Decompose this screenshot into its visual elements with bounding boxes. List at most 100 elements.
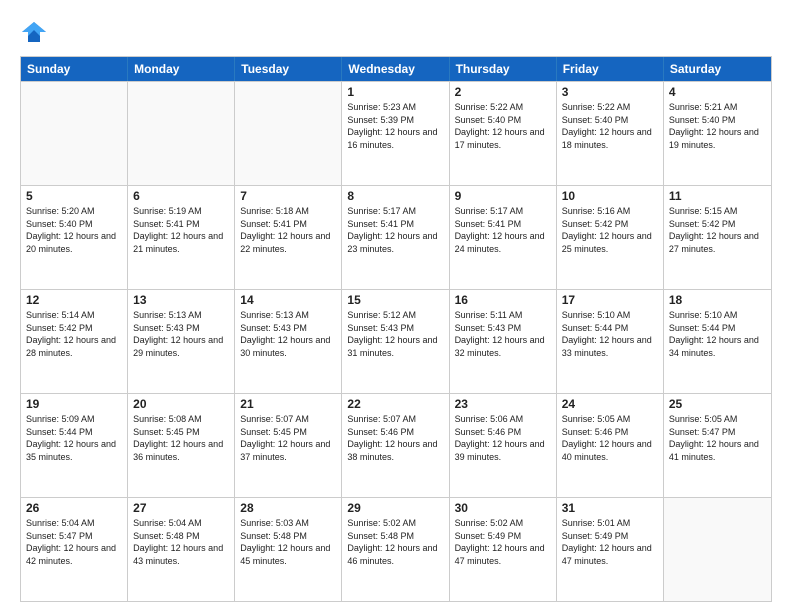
day-info: Sunrise: 5:04 AM Sunset: 5:48 PM Dayligh… bbox=[133, 517, 229, 567]
day-info: Sunrise: 5:01 AM Sunset: 5:49 PM Dayligh… bbox=[562, 517, 658, 567]
day-info: Sunrise: 5:21 AM Sunset: 5:40 PM Dayligh… bbox=[669, 101, 766, 151]
day-info: Sunrise: 5:17 AM Sunset: 5:41 PM Dayligh… bbox=[455, 205, 551, 255]
day-info: Sunrise: 5:03 AM Sunset: 5:48 PM Dayligh… bbox=[240, 517, 336, 567]
calendar-cell: 12 Sunrise: 5:14 AM Sunset: 5:42 PM Dayli… bbox=[21, 290, 128, 393]
calendar-weekday-saturday: Saturday bbox=[664, 57, 771, 81]
day-number: 14 bbox=[240, 293, 336, 307]
calendar-cell: 7Sunrise: 5:18 AM Sunset: 5:41 PM Daylig… bbox=[235, 186, 342, 289]
day-info: Sunrise: 5:07 AM Sunset: 5:46 PM Dayligh… bbox=[347, 413, 443, 463]
day-number: 6 bbox=[133, 189, 229, 203]
calendar-cell: 18 Sunrise: 5:10 AM Sunset: 5:44 PM Dayli… bbox=[664, 290, 771, 393]
calendar-cell: 16 Sunrise: 5:11 AM Sunset: 5:43 PM Dayli… bbox=[450, 290, 557, 393]
day-number: 29 bbox=[347, 501, 443, 515]
day-info: Sunrise: 5:14 AM Sunset: 5:42 PM Dayligh… bbox=[26, 309, 122, 359]
day-info: Sunrise: 5:17 AM Sunset: 5:41 PM Dayligh… bbox=[347, 205, 443, 255]
calendar-cell: 31 Sunrise: 5:01 AM Sunset: 5:49 PM Dayli… bbox=[557, 498, 664, 601]
calendar-cell: 6Sunrise: 5:19 AM Sunset: 5:41 PM Daylig… bbox=[128, 186, 235, 289]
day-info: Sunrise: 5:15 AM Sunset: 5:42 PM Dayligh… bbox=[669, 205, 766, 255]
day-info: Sunrise: 5:22 AM Sunset: 5:40 PM Dayligh… bbox=[562, 101, 658, 151]
day-info: Sunrise: 5:16 AM Sunset: 5:42 PM Dayligh… bbox=[562, 205, 658, 255]
calendar-week-3: 12 Sunrise: 5:14 AM Sunset: 5:42 PM Dayli… bbox=[21, 289, 771, 393]
day-number: 24 bbox=[562, 397, 658, 411]
day-number: 4 bbox=[669, 85, 766, 99]
calendar-weekday-wednesday: Wednesday bbox=[342, 57, 449, 81]
calendar-cell: 27 Sunrise: 5:04 AM Sunset: 5:48 PM Dayli… bbox=[128, 498, 235, 601]
calendar-cell bbox=[664, 498, 771, 601]
day-info: Sunrise: 5:08 AM Sunset: 5:45 PM Dayligh… bbox=[133, 413, 229, 463]
day-number: 27 bbox=[133, 501, 229, 515]
day-number: 18 bbox=[669, 293, 766, 307]
calendar-cell: 17 Sunrise: 5:10 AM Sunset: 5:44 PM Dayli… bbox=[557, 290, 664, 393]
calendar-weekday-thursday: Thursday bbox=[450, 57, 557, 81]
day-number: 5 bbox=[26, 189, 122, 203]
calendar-week-5: 26Sunrise: 5:04 AM Sunset: 5:47 PM Dayli… bbox=[21, 497, 771, 601]
calendar-cell: 8 Sunrise: 5:17 AM Sunset: 5:41 PM Daylig… bbox=[342, 186, 449, 289]
day-number: 8 bbox=[347, 189, 443, 203]
calendar-cell bbox=[21, 82, 128, 185]
day-number: 1 bbox=[347, 85, 443, 99]
day-number: 10 bbox=[562, 189, 658, 203]
day-info: Sunrise: 5:05 AM Sunset: 5:46 PM Dayligh… bbox=[562, 413, 658, 463]
day-number: 3 bbox=[562, 85, 658, 99]
calendar-cell: 15 Sunrise: 5:12 AM Sunset: 5:43 PM Dayli… bbox=[342, 290, 449, 393]
day-info: Sunrise: 5:18 AM Sunset: 5:41 PM Dayligh… bbox=[240, 205, 336, 255]
header bbox=[20, 18, 772, 46]
calendar-cell: 9 Sunrise: 5:17 AM Sunset: 5:41 PM Daylig… bbox=[450, 186, 557, 289]
day-number: 12 bbox=[26, 293, 122, 307]
calendar-cell: 28 Sunrise: 5:03 AM Sunset: 5:48 PM Dayli… bbox=[235, 498, 342, 601]
calendar: SundayMondayTuesdayWednesdayThursdayFrid… bbox=[20, 56, 772, 602]
day-info: Sunrise: 5:12 AM Sunset: 5:43 PM Dayligh… bbox=[347, 309, 443, 359]
calendar-cell: 22 Sunrise: 5:07 AM Sunset: 5:46 PM Dayli… bbox=[342, 394, 449, 497]
calendar-cell: 19 Sunrise: 5:09 AM Sunset: 5:44 PM Dayli… bbox=[21, 394, 128, 497]
day-number: 15 bbox=[347, 293, 443, 307]
day-info: Sunrise: 5:22 AM Sunset: 5:40 PM Dayligh… bbox=[455, 101, 551, 151]
day-info: Sunrise: 5:10 AM Sunset: 5:44 PM Dayligh… bbox=[669, 309, 766, 359]
calendar-cell: 20 Sunrise: 5:08 AM Sunset: 5:45 PM Dayli… bbox=[128, 394, 235, 497]
day-info: Sunrise: 5:20 AM Sunset: 5:40 PM Dayligh… bbox=[26, 205, 122, 255]
day-info: Sunrise: 5:13 AM Sunset: 5:43 PM Dayligh… bbox=[240, 309, 336, 359]
calendar-cell: 1 Sunrise: 5:23 AM Sunset: 5:39 PM Daylig… bbox=[342, 82, 449, 185]
calendar-week-1: 1 Sunrise: 5:23 AM Sunset: 5:39 PM Daylig… bbox=[21, 81, 771, 185]
calendar-cell: 4 Sunrise: 5:21 AM Sunset: 5:40 PM Daylig… bbox=[664, 82, 771, 185]
calendar-cell: 21 Sunrise: 5:07 AM Sunset: 5:45 PM Dayli… bbox=[235, 394, 342, 497]
day-number: 20 bbox=[133, 397, 229, 411]
day-number: 22 bbox=[347, 397, 443, 411]
calendar-cell bbox=[128, 82, 235, 185]
day-number: 21 bbox=[240, 397, 336, 411]
logo-icon bbox=[20, 18, 48, 46]
day-info: Sunrise: 5:02 AM Sunset: 5:49 PM Dayligh… bbox=[455, 517, 551, 567]
calendar-weekday-tuesday: Tuesday bbox=[235, 57, 342, 81]
day-info: Sunrise: 5:11 AM Sunset: 5:43 PM Dayligh… bbox=[455, 309, 551, 359]
calendar-cell: 26Sunrise: 5:04 AM Sunset: 5:47 PM Dayli… bbox=[21, 498, 128, 601]
calendar-cell: 5 Sunrise: 5:20 AM Sunset: 5:40 PM Daylig… bbox=[21, 186, 128, 289]
day-info: Sunrise: 5:07 AM Sunset: 5:45 PM Dayligh… bbox=[240, 413, 336, 463]
day-number: 13 bbox=[133, 293, 229, 307]
calendar-week-2: 5 Sunrise: 5:20 AM Sunset: 5:40 PM Daylig… bbox=[21, 185, 771, 289]
calendar-cell: 23Sunrise: 5:06 AM Sunset: 5:46 PM Dayli… bbox=[450, 394, 557, 497]
calendar-cell: 13 Sunrise: 5:13 AM Sunset: 5:43 PM Dayli… bbox=[128, 290, 235, 393]
calendar-cell: 3 Sunrise: 5:22 AM Sunset: 5:40 PM Daylig… bbox=[557, 82, 664, 185]
calendar-week-4: 19 Sunrise: 5:09 AM Sunset: 5:44 PM Dayli… bbox=[21, 393, 771, 497]
day-info: Sunrise: 5:23 AM Sunset: 5:39 PM Dayligh… bbox=[347, 101, 443, 151]
day-number: 28 bbox=[240, 501, 336, 515]
day-number: 17 bbox=[562, 293, 658, 307]
logo bbox=[20, 18, 52, 46]
calendar-weekday-friday: Friday bbox=[557, 57, 664, 81]
day-number: 11 bbox=[669, 189, 766, 203]
calendar-body: 1 Sunrise: 5:23 AM Sunset: 5:39 PM Daylig… bbox=[21, 81, 771, 601]
day-number: 9 bbox=[455, 189, 551, 203]
day-number: 19 bbox=[26, 397, 122, 411]
day-number: 16 bbox=[455, 293, 551, 307]
calendar-cell: 14 Sunrise: 5:13 AM Sunset: 5:43 PM Dayli… bbox=[235, 290, 342, 393]
calendar-weekday-monday: Monday bbox=[128, 57, 235, 81]
day-info: Sunrise: 5:10 AM Sunset: 5:44 PM Dayligh… bbox=[562, 309, 658, 359]
day-info: Sunrise: 5:09 AM Sunset: 5:44 PM Dayligh… bbox=[26, 413, 122, 463]
calendar-cell: 25Sunrise: 5:05 AM Sunset: 5:47 PM Dayli… bbox=[664, 394, 771, 497]
calendar-cell: 29 Sunrise: 5:02 AM Sunset: 5:48 PM Dayli… bbox=[342, 498, 449, 601]
calendar-cell bbox=[235, 82, 342, 185]
calendar-header: SundayMondayTuesdayWednesdayThursdayFrid… bbox=[21, 57, 771, 81]
day-info: Sunrise: 5:02 AM Sunset: 5:48 PM Dayligh… bbox=[347, 517, 443, 567]
day-info: Sunrise: 5:13 AM Sunset: 5:43 PM Dayligh… bbox=[133, 309, 229, 359]
day-number: 31 bbox=[562, 501, 658, 515]
day-info: Sunrise: 5:04 AM Sunset: 5:47 PM Dayligh… bbox=[26, 517, 122, 567]
